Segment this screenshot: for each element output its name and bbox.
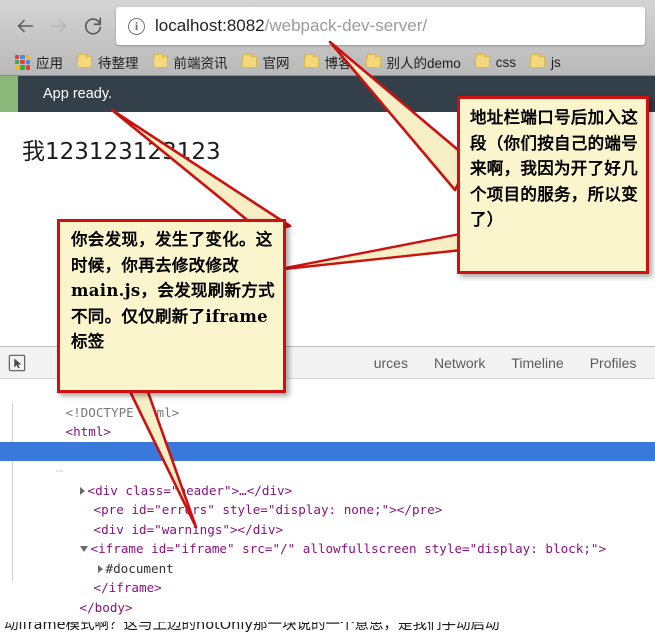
bookmark-apps[interactable]: 应用: [8, 50, 70, 74]
bookmark-label: 前端资讯: [173, 56, 228, 71]
callout-iframe-annotation: 你会发现，发生了变化。这时候，你再去修改修改main.js，会发现刷新方式不同。…: [57, 219, 286, 393]
bottom-cut-strip: 动iframe模式啊？这与上边的notOnly那一块说的一个意思，是我们手动启动: [0, 622, 655, 637]
bottom-cut-text: 动iframe模式啊？这与上边的notOnly那一块说的一个意思，是我们手动启动: [4, 622, 500, 633]
tab-application[interactable]: Application: [649, 347, 655, 379]
bookmark-label: 官网: [262, 56, 290, 71]
status-accent-bar: [0, 76, 18, 112]
bookmark-folder-css[interactable]: css: [468, 50, 523, 74]
browser-toolbar: i localhost:8082/webpack-dev-server/: [0, 4, 655, 48]
dom-line-pre-errors[interactable]: <pre id="errors" style="display: none;">…: [0, 481, 655, 517]
bookmark-folder-blog[interactable]: 博客: [297, 50, 359, 74]
bookmark-label: css: [495, 54, 517, 70]
address-bar[interactable]: i localhost:8082/webpack-dev-server/: [116, 7, 645, 45]
folder-icon: [241, 54, 257, 68]
page-content-text: 我123123123123: [22, 139, 221, 165]
folder-icon: [530, 54, 546, 68]
bookmark-label: 应用: [36, 56, 63, 71]
dom-line-body-selected[interactable]: ⋯ <body> == $0: [0, 441, 655, 478]
bookmark-label: 博客: [324, 56, 352, 71]
bookmark-label: 别人的demo: [386, 56, 461, 71]
dom-line-iframe[interactable]: <iframe id="iframe" src="/" allowfullscr…: [0, 520, 655, 556]
callout-iframe-text: 你会发现，发生了变化。这时候，你再去修改修改main.js，会发现刷新方式不同。…: [71, 230, 275, 351]
dom-line-html-close[interactable]: </html>: [0, 598, 655, 623]
tab-sources[interactable]: urces: [374, 347, 421, 379]
site-info-icon[interactable]: i: [128, 17, 145, 35]
folder-icon: [365, 54, 381, 68]
folder-icon: [152, 54, 168, 68]
bookmark-label: js: [551, 54, 561, 70]
back-button[interactable]: [8, 9, 42, 43]
dom-line-body-close[interactable]: </body>: [0, 578, 655, 615]
bookmark-folder-js[interactable]: js: [523, 50, 568, 74]
dom-line-html-open[interactable]: <html>: [0, 403, 655, 439]
apps-grid-icon: [15, 54, 30, 70]
forward-button[interactable]: [42, 9, 76, 43]
reload-button[interactable]: [76, 9, 110, 43]
tab-network[interactable]: Network: [421, 347, 498, 379]
bookmark-folder-daizhengli[interactable]: 待整理: [70, 50, 146, 74]
app-ready-status: App ready.: [43, 86, 113, 102]
folder-icon: [77, 54, 92, 68]
dom-line-head[interactable]: <head>…</head>: [0, 422, 655, 459]
bookmark-folder-others-demo[interactable]: 别人的demo: [359, 50, 468, 74]
dom-tree[interactable]: <!DOCTYPE html> <html> <head>…</head> ⋯<…: [0, 379, 655, 623]
dom-line-iframe-close[interactable]: </iframe>: [0, 559, 655, 595]
callout-url-text: 地址栏端口号后加入这段（你们按自己的端号来啊，我因为开了好几个项目的服务，所以变…: [470, 108, 638, 229]
folder-icon: [303, 54, 319, 68]
url-host: localhost:8082: [155, 16, 265, 35]
tab-profiles[interactable]: Profiles: [577, 347, 650, 379]
dom-line-div-warnings[interactable]: <div id="warnings"></div>: [0, 500, 655, 537]
url-text: localhost:8082/webpack-dev-server/: [155, 16, 427, 36]
dom-line-document[interactable]: #document: [0, 539, 655, 576]
bookmark-folder-frontend-news[interactable]: 前端资讯: [146, 50, 235, 74]
bookmark-folder-official-site[interactable]: 官网: [235, 50, 297, 74]
browser-chrome: i localhost:8082/webpack-dev-server/ 应用 …: [0, 0, 655, 76]
inspect-element-icon[interactable]: [0, 347, 34, 379]
dom-line-div-header[interactable]: <div class="header">…</div>: [0, 461, 655, 498]
url-path: /webpack-dev-server/: [264, 16, 428, 35]
bookmarks-bar: 应用 待整理 前端资讯 官网 博客 别人的demo css js: [0, 48, 655, 76]
folder-icon: [474, 54, 490, 68]
tab-timeline[interactable]: Timeline: [498, 347, 576, 379]
callout-url-annotation: 地址栏端口号后加入这段（你们按自己的端号来啊，我因为开了好几个项目的服务，所以变…: [457, 96, 649, 274]
bookmark-label: 待整理: [98, 56, 139, 71]
